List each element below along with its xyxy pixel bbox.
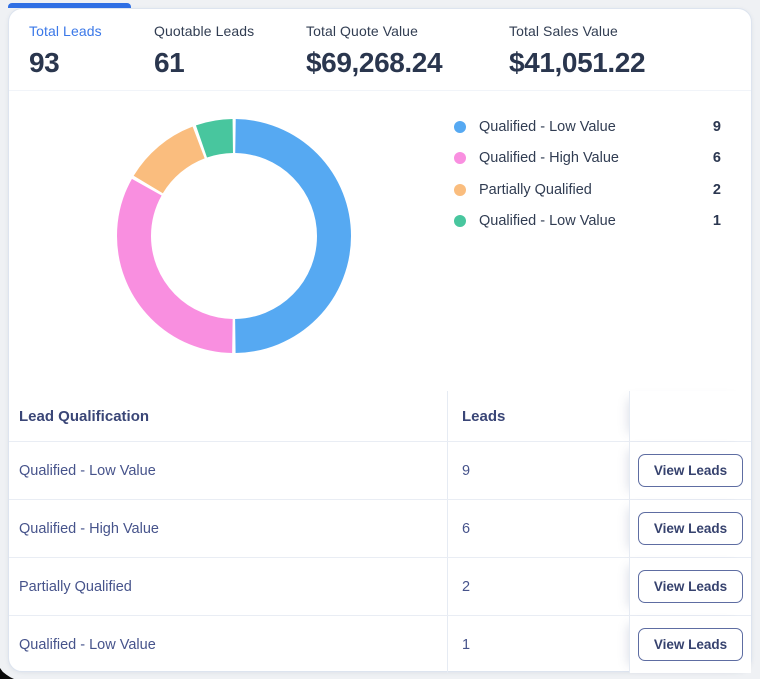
legend-value: 6 bbox=[712, 150, 721, 167]
legend-item[interactable]: Qualified - High Value 6 bbox=[454, 143, 721, 175]
chart-legend: Qualified - Low Value 9 Qualified - High… bbox=[454, 111, 721, 237]
legend-label: Qualified - Low Value bbox=[479, 118, 616, 135]
stats-row: Total Leads 93 Quotable Leads 61 Total Q… bbox=[9, 9, 751, 91]
stat-value: 61 bbox=[154, 47, 185, 78]
header-actions bbox=[629, 391, 751, 441]
legend-label: Qualified - Low Value bbox=[479, 213, 616, 230]
stat-value: 93 bbox=[29, 47, 60, 78]
legend-item[interactable]: Qualified - Low Value 1 bbox=[454, 206, 721, 238]
legend-item[interactable]: Partially Qualified 2 bbox=[454, 174, 721, 206]
legend-label: Partially Qualified bbox=[479, 181, 592, 198]
stat-label: Total Sales Value bbox=[509, 23, 618, 39]
cell-actions: View Leads bbox=[629, 442, 751, 499]
tab-total-quote-value[interactable]: Total Quote Value $69,268.24 bbox=[306, 23, 443, 79]
stat-value: $41,051.22 bbox=[509, 47, 646, 78]
table-row: Qualified - Low Value 9 View Leads bbox=[9, 441, 751, 499]
legend-item[interactable]: Qualified - Low Value 9 bbox=[454, 111, 721, 143]
tab-total-sales-value[interactable]: Total Sales Value $41,051.22 bbox=[509, 23, 646, 79]
cell-qualification: Partially Qualified bbox=[19, 578, 132, 595]
legend-value: 1 bbox=[712, 213, 721, 230]
lead-qualification-table: Lead Qualification Leads Qualified - Low… bbox=[9, 391, 751, 673]
active-tab-indicator bbox=[8, 3, 131, 8]
legend-label: Qualified - High Value bbox=[479, 150, 619, 167]
cell-leads-count: 2 bbox=[447, 558, 629, 615]
legend-dot-icon bbox=[454, 183, 466, 196]
legend-dot-icon bbox=[454, 120, 466, 133]
tab-quotable-leads[interactable]: Quotable Leads 61 bbox=[154, 23, 254, 79]
cell-qualification: Qualified - Low Value bbox=[19, 462, 156, 479]
tab-total-leads[interactable]: Total Leads 93 bbox=[29, 23, 102, 79]
legend-value: 2 bbox=[712, 181, 721, 198]
cell-actions: View Leads bbox=[629, 558, 751, 615]
cell-qualification: Qualified - High Value bbox=[19, 520, 159, 537]
donut-svg bbox=[117, 119, 351, 353]
view-leads-button[interactable]: View Leads bbox=[637, 570, 744, 603]
stat-label: Total Quote Value bbox=[306, 23, 418, 39]
stat-value: $69,268.24 bbox=[306, 47, 443, 78]
header-lead-qualification: Lead Qualification bbox=[19, 407, 150, 425]
cell-actions: View Leads bbox=[629, 616, 751, 673]
table-row: Qualified - High Value 6 View Leads bbox=[9, 499, 751, 557]
legend-dot-icon bbox=[454, 152, 466, 165]
header-leads: Leads bbox=[447, 391, 629, 441]
cell-leads-count: 6 bbox=[447, 500, 629, 557]
donut-chart[interactable] bbox=[114, 116, 354, 356]
table-header-row: Lead Qualification Leads bbox=[9, 391, 751, 441]
legend-value: 9 bbox=[712, 118, 721, 135]
cell-leads-count: 9 bbox=[447, 442, 629, 499]
view-leads-button[interactable]: View Leads bbox=[637, 454, 744, 487]
stat-label: Quotable Leads bbox=[154, 23, 255, 39]
table-row: Partially Qualified 2 View Leads bbox=[9, 557, 751, 615]
cell-actions: View Leads bbox=[629, 500, 751, 557]
table-row: Qualified - Low Value 1 View Leads bbox=[9, 615, 751, 673]
view-leads-button[interactable]: View Leads bbox=[637, 512, 744, 545]
dashboard-card: Total Leads 93 Quotable Leads 61 Total Q… bbox=[8, 8, 752, 673]
stat-label: Total Leads bbox=[29, 23, 102, 39]
view-leads-button[interactable]: View Leads bbox=[637, 628, 744, 661]
cell-leads-count: 1 bbox=[447, 616, 629, 673]
cell-qualification: Qualified - Low Value bbox=[19, 636, 156, 653]
legend-dot-icon bbox=[454, 215, 466, 228]
